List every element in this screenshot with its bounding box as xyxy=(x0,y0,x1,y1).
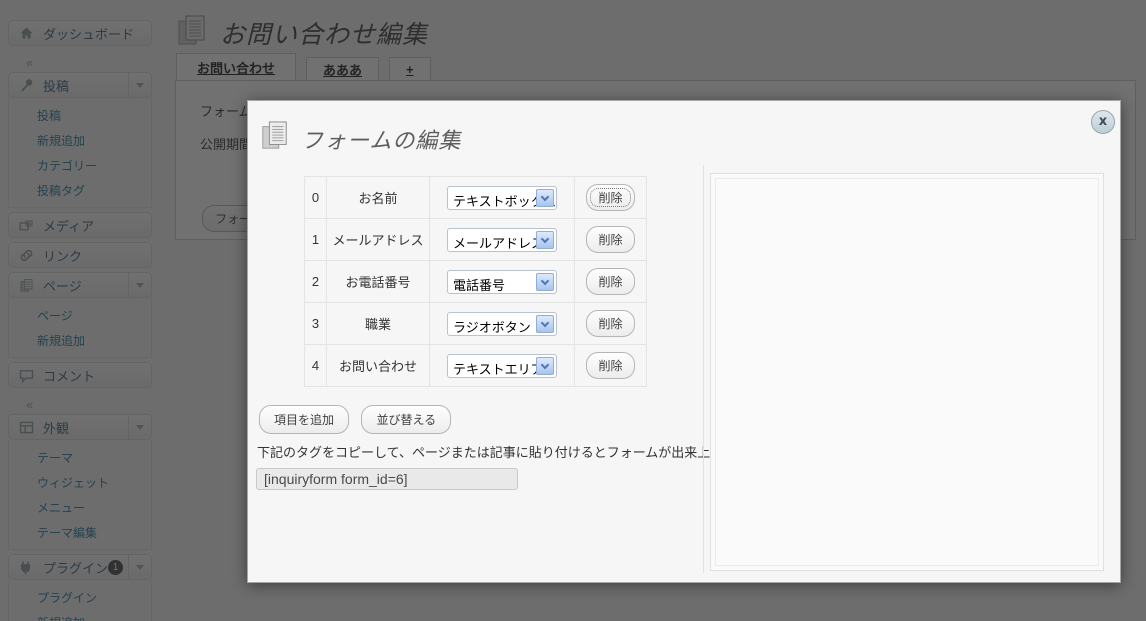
field-type-select[interactable]: メールアドレス xyxy=(447,227,557,252)
pages-icon xyxy=(260,119,290,153)
close-button[interactable]: x xyxy=(1091,110,1115,134)
delete-button[interactable]: 削除 xyxy=(586,226,635,253)
field-index: 0 xyxy=(304,176,327,219)
field-type-select[interactable]: テキストエリア xyxy=(447,353,557,378)
field-row: 0 お名前 テキストボックス 削除 xyxy=(304,176,647,219)
delete-button[interactable]: 削除 xyxy=(586,352,635,379)
field-type-select[interactable]: 電話番号 xyxy=(447,269,557,294)
modal-title: フォームの編集 xyxy=(301,129,462,154)
form-fields-table: 0 お名前 テキストボックス 削除 1 メールアドレス メールアドレス 削除 2 お電話番号 電話番… xyxy=(304,176,647,387)
reorder-button[interactable]: 並び替える xyxy=(361,405,452,434)
form-preview-panel xyxy=(710,173,1104,571)
field-index: 1 xyxy=(304,218,327,261)
shortcode-input[interactable] xyxy=(256,468,518,490)
field-type-value: 電話番号 xyxy=(453,277,506,293)
field-label: お問い合わせ xyxy=(326,344,430,387)
chevron-down-icon xyxy=(536,272,554,291)
field-index: 4 xyxy=(304,344,327,387)
field-type-value: ラジオボタン xyxy=(453,319,531,335)
field-label: お名前 xyxy=(326,176,430,219)
delete-button[interactable]: 削除 xyxy=(586,268,635,295)
shortcode-instruction: 下記のタグをコピーして、ページまたは記事に貼り付けるとフォームが出来上がります。 xyxy=(257,445,775,460)
field-row: 1 メールアドレス メールアドレス 削除 xyxy=(304,218,647,261)
modal-buttons: 項目を追加 並び替える xyxy=(259,405,459,434)
close-icon: x xyxy=(1098,114,1108,129)
field-type-value: テキストエリア xyxy=(453,361,544,377)
wordpress-admin-screen: ダッシュボード«投稿投稿新規追加カテゴリー投稿タグメディアリンクページページ新規… xyxy=(0,0,1146,621)
field-row: 2 お電話番号 電話番号 削除 xyxy=(304,260,647,303)
delete-button[interactable]: 削除 xyxy=(586,184,635,211)
form-preview-inner xyxy=(715,178,1099,566)
field-type-select[interactable]: ラジオボタン xyxy=(447,311,557,336)
chevron-down-icon xyxy=(536,230,554,249)
field-type-select[interactable]: テキストボックス xyxy=(447,185,557,210)
field-type-value: メールアドレス xyxy=(453,235,545,251)
modal-divider xyxy=(703,165,704,573)
chevron-down-icon xyxy=(536,314,554,333)
chevron-down-icon xyxy=(536,188,554,207)
field-row: 3 職業 ラジオボタン 削除 xyxy=(304,302,647,345)
form-edit-modal: フォームの編集 x 0 お名前 テキストボックス 削除 1 メールアドレス メールアドレス削… xyxy=(247,100,1121,583)
field-row: 4 お問い合わせ テキストエリア 削除 xyxy=(304,344,647,387)
field-index: 2 xyxy=(304,260,327,303)
chevron-down-icon xyxy=(536,356,554,375)
field-label: メールアドレス xyxy=(326,218,430,261)
add-item-button[interactable]: 項目を追加 xyxy=(259,405,350,434)
field-label: 職業 xyxy=(326,302,430,345)
field-index: 3 xyxy=(304,302,327,345)
delete-button[interactable]: 削除 xyxy=(586,310,635,337)
field-label: お電話番号 xyxy=(326,260,430,303)
